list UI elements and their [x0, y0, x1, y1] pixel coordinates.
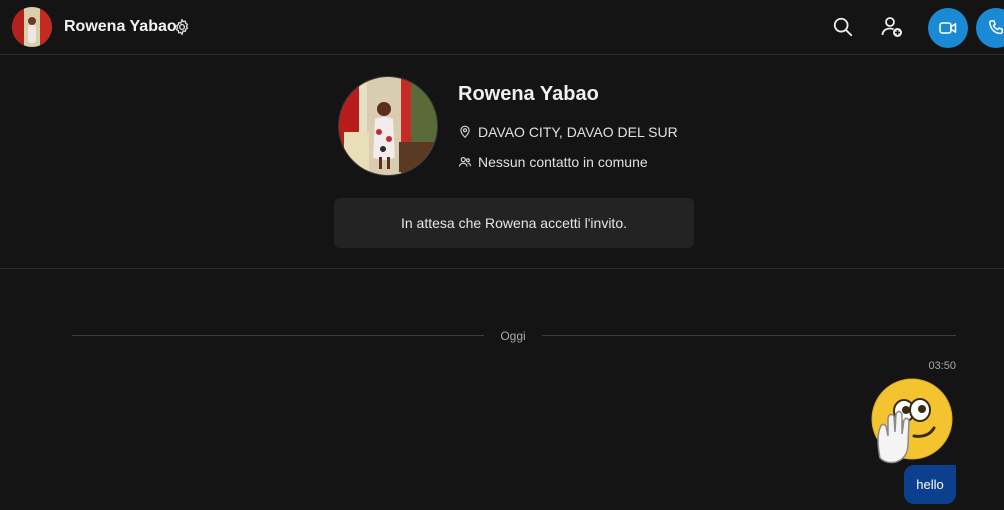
- contact-name[interactable]: Rowena Yabao: [64, 18, 177, 36]
- location-pin-icon: [460, 125, 470, 139]
- date-divider-label: Oggi: [500, 329, 526, 343]
- profile-mutual-contacts: Nessun contatto in comune: [458, 154, 648, 170]
- video-camera-icon: [939, 22, 957, 34]
- chat-header: Rowena Yabao: [0, 0, 1004, 55]
- chat-window: Rowena Yabao Rowena Yabao DAVAO CITY, DA…: [0, 0, 1004, 510]
- contact-avatar[interactable]: [12, 7, 52, 47]
- date-divider-line-left: [72, 335, 484, 336]
- phone-icon: [989, 20, 1003, 35]
- settings-gear-icon[interactable]: [173, 18, 191, 36]
- mutual-contacts-text: Nessun contatto in comune: [478, 154, 648, 170]
- contact-profile-card: Rowena Yabao DAVAO CITY, DAVAO DEL SUR N…: [0, 56, 1004, 269]
- wave-emoji-icon: [871, 378, 953, 464]
- message-timestamp: 03:50: [928, 360, 956, 372]
- location-text: DAVAO CITY, DAVAO DEL SUR: [478, 124, 678, 140]
- search-icon[interactable]: [832, 16, 854, 38]
- video-call-button[interactable]: [928, 8, 968, 48]
- message-text: hello: [916, 477, 944, 492]
- date-divider-line-right: [542, 335, 956, 336]
- avatar-photo: [12, 7, 52, 47]
- profile-avatar[interactable]: [338, 76, 438, 176]
- add-person-icon[interactable]: [880, 15, 904, 39]
- invite-status-text: In attesa che Rowena accetti l'invito.: [400, 215, 628, 231]
- profile-name: Rowena Yabao: [458, 83, 599, 105]
- people-icon: [458, 157, 472, 167]
- audio-call-button[interactable]: [976, 8, 1004, 48]
- wave-emoji-sticker[interactable]: [868, 378, 956, 464]
- invite-status-banner: In attesa che Rowena accetti l'invito.: [334, 198, 694, 248]
- profile-location: DAVAO CITY, DAVAO DEL SUR: [458, 124, 678, 140]
- message-bubble[interactable]: hello: [904, 465, 956, 504]
- profile-photo: [339, 77, 437, 175]
